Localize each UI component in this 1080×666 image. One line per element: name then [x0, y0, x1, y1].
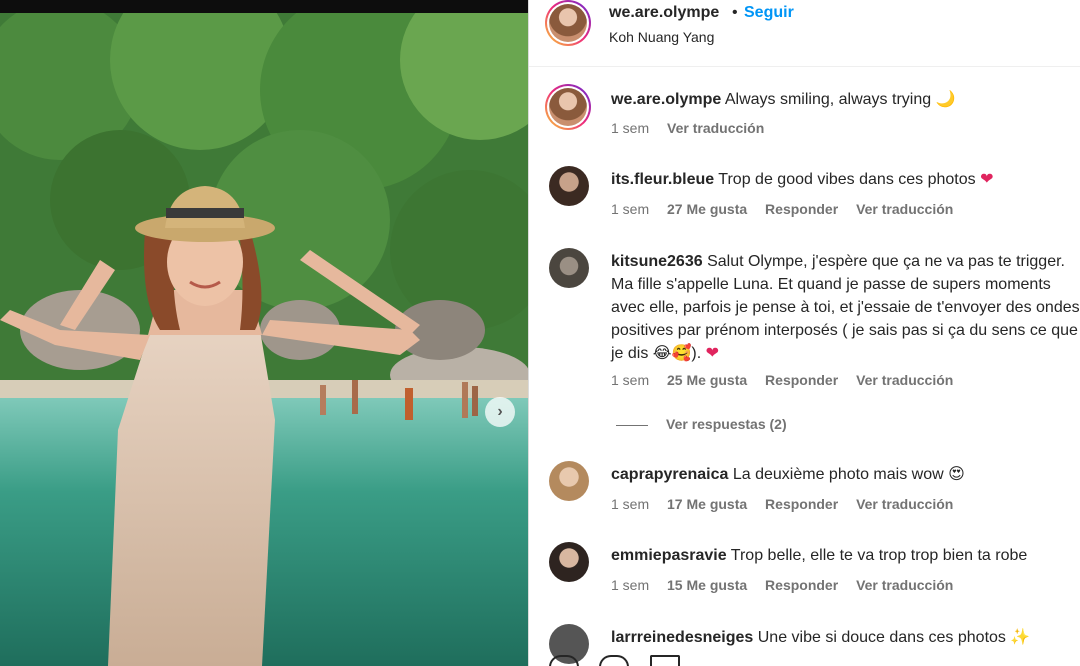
post-actions-bar	[549, 655, 696, 666]
post-location[interactable]: Koh Nuang Yang	[609, 29, 714, 45]
comment-username[interactable]: caprapyrenaica	[611, 466, 728, 483]
caption-username[interactable]: we.are.olympe	[611, 91, 721, 108]
caption-time: 1 sem	[611, 120, 650, 136]
comment-username[interactable]: larrreinedesneiges	[611, 629, 753, 646]
comment-text: Trop belle, elle te va trop trop bien ta…	[730, 547, 1028, 564]
comment-likes[interactable]: 17 Me gusta	[667, 496, 747, 512]
follow-button[interactable]: Seguir	[744, 4, 794, 22]
separator-dot: •	[732, 4, 738, 21]
reply-button[interactable]: Responder	[765, 372, 838, 388]
reply-button[interactable]: Responder	[765, 201, 838, 217]
post-header: we.are.olympe • Seguir Koh Nuang Yang	[529, 0, 1080, 67]
view-replies-button[interactable]: Ver respuestas (2)	[616, 416, 787, 432]
commenter-avatar[interactable]	[549, 461, 589, 501]
comment-text: Trop de good vibes dans ces photos	[718, 171, 976, 188]
post-photo[interactable]: ›	[0, 0, 528, 666]
heart-emoji: ❤	[980, 171, 994, 188]
reply-button[interactable]: Responder	[765, 577, 838, 593]
comment-text: La deuxième photo mais wow 😍	[732, 466, 965, 483]
comment-likes[interactable]: 15 Me gusta	[667, 577, 747, 593]
comment-username[interactable]: its.fleur.bleue	[611, 171, 714, 188]
replies-line	[616, 424, 648, 426]
comment-text: Une vibe si douce dans ces photos ✨	[757, 629, 1031, 646]
translate-link[interactable]: Ver traducción	[856, 372, 953, 388]
caption-translate-link[interactable]: Ver traducción	[667, 120, 764, 136]
comment-time: 1 sem	[611, 577, 650, 593]
post-details-panel: we.are.olympe • Seguir Koh Nuang Yang we…	[529, 0, 1080, 666]
translate-link[interactable]: Ver traducción	[856, 496, 953, 512]
comment-time: 1 sem	[611, 372, 650, 388]
next-photo-button[interactable]: ›	[485, 397, 515, 427]
heart-icon[interactable]	[549, 655, 579, 666]
chevron-right-icon: ›	[497, 403, 503, 420]
comment-icon[interactable]	[599, 655, 630, 666]
photo-top-bar	[0, 0, 528, 13]
caption-author-avatar[interactable]	[545, 84, 591, 130]
photo-illustration	[0, 0, 528, 666]
author-username[interactable]: we.are.olympe	[609, 4, 719, 22]
comment-likes[interactable]: 25 Me gusta	[667, 372, 747, 388]
comment-likes[interactable]: 27 Me gusta	[667, 201, 747, 217]
heart-emoji: ❤	[705, 345, 720, 362]
commenter-avatar[interactable]	[549, 166, 589, 206]
commenter-avatar[interactable]	[549, 248, 589, 288]
author-avatar[interactable]	[545, 0, 591, 46]
caption-text: Always smiling, always trying 🌙	[724, 91, 956, 108]
comment-username[interactable]: kitsune2636	[611, 253, 703, 270]
comment-time: 1 sem	[611, 496, 650, 512]
translate-link[interactable]: Ver traducción	[856, 577, 953, 593]
reply-button[interactable]: Responder	[765, 496, 838, 512]
commenter-avatar[interactable]	[549, 542, 589, 582]
share-icon[interactable]	[649, 655, 680, 666]
comment-time: 1 sem	[611, 201, 650, 217]
comment-username[interactable]: emmiepasravie	[611, 547, 727, 564]
translate-link[interactable]: Ver traducción	[856, 201, 953, 217]
view-replies-label: Ver respuestas (2)	[666, 416, 787, 432]
